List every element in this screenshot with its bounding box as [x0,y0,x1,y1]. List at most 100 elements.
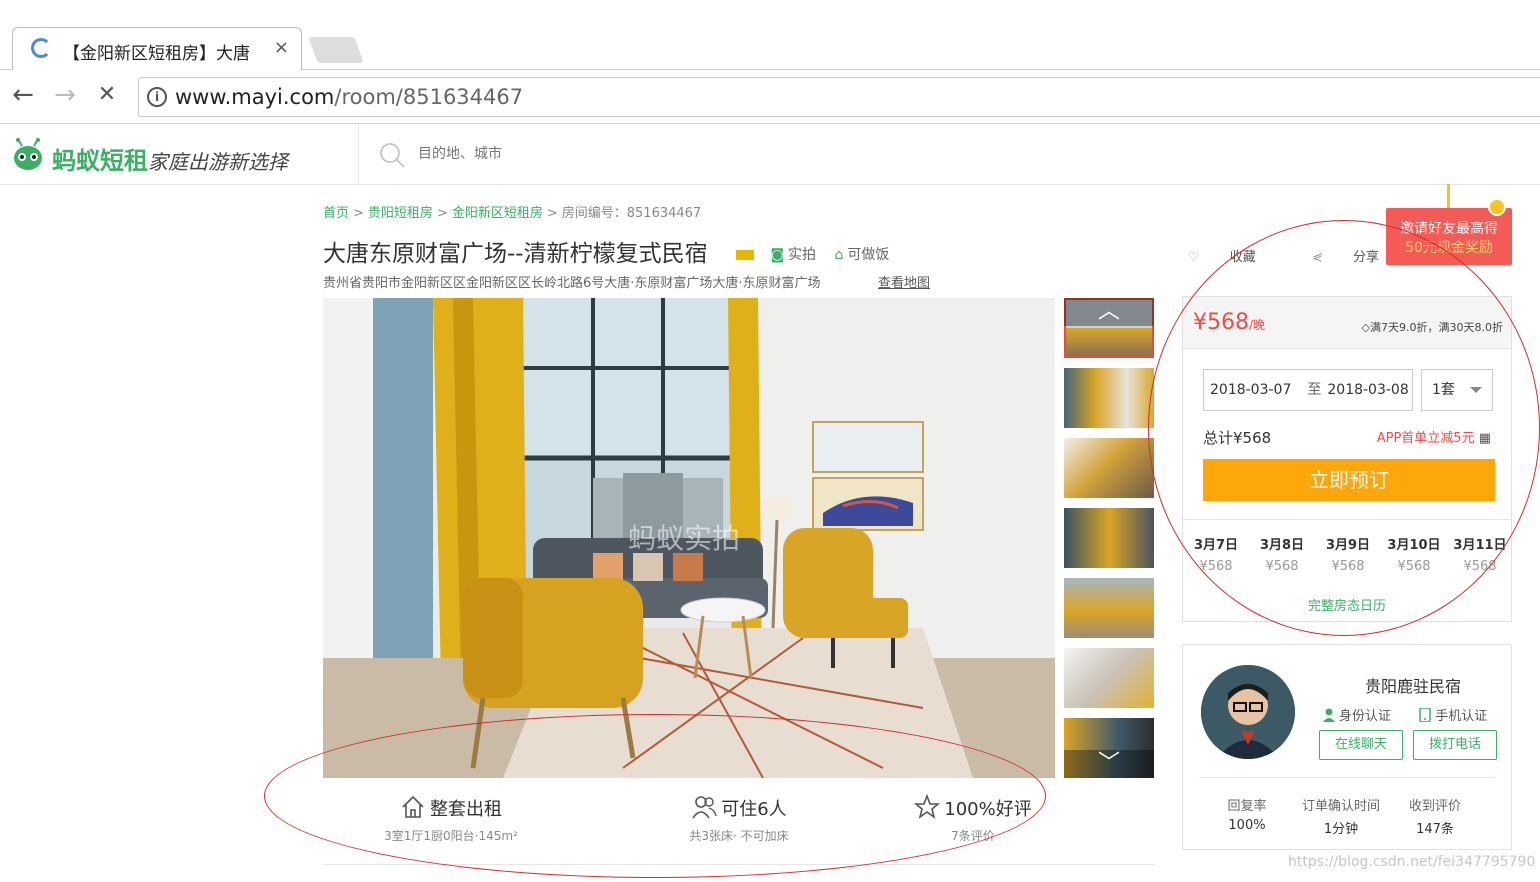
calendar-day[interactable]: 3月7日 ¥568 [1183,534,1249,574]
stop-loading-icon[interactable]: ✕ [92,80,122,110]
qr-code-icon: ▦ [1474,431,1491,446]
full-calendar-link[interactable]: 完整房态日历 [1183,595,1511,614]
browser-toolbar: ← → ✕ i www.mayi.com/room/851634467 [0,70,1540,124]
url-text[interactable]: www.mayi.com/room/851634467 [175,85,523,109]
reply-rate-stat: 回复率 100% [1197,795,1297,833]
loading-spinner-icon [31,38,51,58]
coin-icon [1488,198,1506,216]
checkout-date: 2018-03-08 [1327,382,1409,398]
online-chat-button[interactable]: 在线聊天 [1319,730,1403,760]
living-room-illustration: 蚂蚁实拍 [323,298,1055,778]
main-room-photo[interactable]: 蚂蚁实拍 [323,298,1055,778]
thumbnail-6[interactable] [1064,648,1154,708]
feature-main-label: 可住6人 [721,799,787,820]
url-path: /room/851634467 [334,85,524,109]
app-offer[interactable]: APP首单立减5元 ▦ [1377,427,1491,446]
thumbnail-down-icon[interactable]: ﹀ [1064,750,1154,778]
breadcrumb: 首页 > 贵阳短租房 > 金阳新区短租房 > 房间编号：851634467 [323,202,701,221]
total-price: 总计¥568 [1203,429,1272,447]
thumbnail-3[interactable] [1064,438,1154,498]
stat-label: 回复率 [1227,799,1267,814]
host-verifications: 身份认证 手机认证 [1323,705,1487,724]
camera-icon: ◙ [770,247,785,263]
discount-text: 满7天9.0折，满30天8.0折 [1370,321,1503,334]
ant-logo-icon [14,138,42,170]
price-value: ¥568 [1193,310,1249,335]
price-calendar-row: 3月7日 ¥568 3月8日 ¥568 3月9日 ¥568 3月10日 ¥568 3月1… [1183,519,1511,583]
site-header: 蚂蚁短租 家庭出游新选择 [0,124,1540,185]
address-bar[interactable]: i www.mayi.com/room/851634467 [138,77,1540,117]
calendar-day[interactable]: 3月8日 ¥568 [1249,534,1315,574]
real-photo-badge: ◙ 实拍 [770,247,816,263]
thumbnail-5[interactable] [1064,578,1154,638]
thumbnail-4[interactable] [1064,508,1154,568]
photo-watermark: 蚂蚁实拍 [628,522,740,555]
feature-capacity: 可住6人 共3张床· 不可加床 [619,794,859,844]
new-tab-button[interactable] [308,37,364,63]
tab-close-icon[interactable]: × [274,37,289,58]
blog-watermark: https://blog.csdn.net/fei347795790 [1288,854,1536,870]
calendar-price: ¥568 [1463,559,1497,574]
host-name: 贵阳鹿驻民宿 [1365,677,1462,696]
room-address: 贵州省贵阳市金阳新区区金阳新区区长岭北路6号大唐·东原财富广场大唐·东原财富广场 [323,276,821,291]
date-range-picker[interactable]: 2018-03-07 至 2018-03-08 [1203,369,1413,411]
booking-price-header: ¥568/晚 ◇满7天9.0折，满30天8.0折 [1183,297,1511,349]
logo-slogan: 家庭出游新选择 [148,150,288,174]
phone-verified-icon [1419,708,1432,722]
calendar-date: 3月8日 [1259,538,1305,553]
browser-tab[interactable]: 【金阳新区短租房】大唐 × [12,27,302,71]
favorite-button[interactable]: ♡ 收藏 [1188,250,1282,265]
header-divider [358,124,359,184]
unit-quantity-select[interactable]: 1套 [1421,369,1493,411]
breadcrumb-home-link[interactable]: 首页 [323,206,349,221]
feature-whole-rental: 整套出租 3室1厅1厨0阳台·145m² [331,794,571,844]
site-info-icon[interactable]: i [147,87,167,107]
promo-line-1: 邀请好友最高得 [1400,221,1498,237]
calendar-price: ¥568 [1265,559,1299,574]
thumbnail-2[interactable] [1064,368,1154,428]
search-icon[interactable] [378,141,406,169]
calendar-price: ¥568 [1331,559,1365,574]
cooking-label: 可做饭 [847,247,890,263]
host-portrait [1201,665,1295,759]
invite-promo-banner[interactable]: 邀请好友最高得 50元现金奖励 [1386,208,1512,265]
feature-main-label: 100%好评 [944,799,1032,820]
pot-icon: ⌂ [834,247,844,263]
thumbnail-strip: ︿ ﹀ [1064,298,1156,778]
host-avatar[interactable] [1201,665,1295,759]
reviews-stat: 收到评价 147条 [1385,795,1485,837]
breadcrumb-city-link[interactable]: 贵阳短租房 [368,206,433,221]
favorite-label: 收藏 [1229,250,1256,265]
promo-line-2: 50元现金奖励 [1405,240,1493,256]
book-now-button[interactable]: 立即预订 [1203,459,1495,501]
feature-sub-label: 7条评价 [951,829,995,843]
checkin-date: 2018-03-07 [1210,382,1292,398]
feature-sub-label: 3室1厅1厨0阳台·145m² [384,829,518,843]
calendar-date: 3月11日 [1453,538,1507,553]
booking-panel: ¥568/晚 ◇满7天9.0折，满30天8.0折 2018-03-07 至 2018… [1182,296,1512,622]
real-photo-label: 实拍 [788,247,817,263]
view-map-link[interactable]: 查看地图 [878,272,930,291]
room-badges: ◙ 实拍 ⌂ 可做饭 [736,244,903,264]
forward-arrow-icon[interactable]: → [50,80,80,110]
stat-label: 订单确认时间 [1301,799,1380,814]
room-id-label: 房间编号：851634467 [561,206,702,221]
call-phone-button[interactable]: 拨打电话 [1413,730,1497,760]
stat-value: 147条 [1416,822,1454,837]
app-offer-text: APP首单立减5元 [1376,431,1475,446]
calendar-day[interactable]: 3月9日 ¥568 [1315,534,1381,574]
nightly-price: ¥568/晚 [1193,310,1265,335]
calendar-day[interactable]: 3月10日 ¥568 [1381,534,1447,574]
tag-icon: ◇ [1361,321,1371,334]
calendar-day[interactable]: 3月11日 ¥568 [1447,534,1513,574]
breadcrumb-district-link[interactable]: 金阳新区短租房 [452,206,543,221]
share-icon: ⋞ [1311,250,1327,265]
back-arrow-icon[interactable]: ← [8,80,38,110]
feature-main-label: 整套出租 [430,799,502,820]
thumbnail-up-icon[interactable]: ︿ [1064,298,1154,326]
feature-sub-label: 共3张床· 不可加床 [689,829,789,843]
calendar-price: ¥568 [1397,559,1431,574]
destination-search-input[interactable] [418,140,718,168]
room-title: 大唐东原财富广场--清新柠檬复式民宿 [323,241,708,267]
host-card: 贵阳鹿驻民宿 身份认证 手机认证 在线聊天 拨打电话 回复率 100% 订单确认时… [1182,644,1512,850]
